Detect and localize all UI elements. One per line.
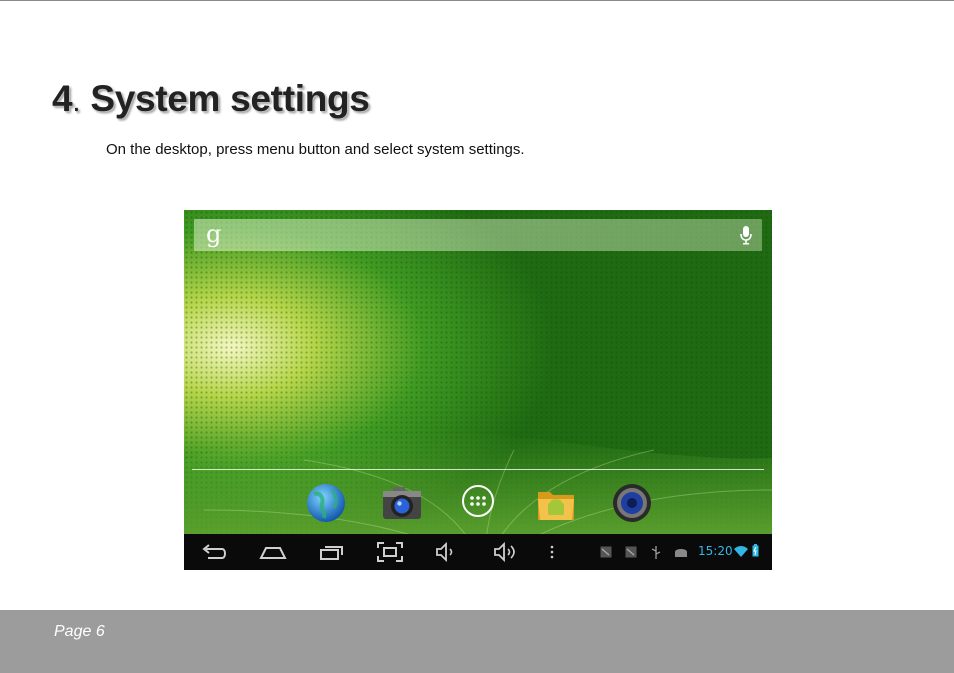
battery-icon bbox=[752, 544, 759, 557]
file-manager-icon[interactable] bbox=[534, 482, 578, 524]
volume-down-icon[interactable] bbox=[434, 541, 458, 563]
intro-text: On the desktop, press menu button and se… bbox=[106, 141, 525, 158]
mic-icon[interactable] bbox=[739, 225, 753, 245]
notification-icon bbox=[600, 546, 612, 558]
navigation-bar: 15:20 bbox=[184, 534, 772, 570]
wifi-icon bbox=[734, 546, 748, 557]
menu-icon[interactable] bbox=[548, 541, 556, 563]
top-rule bbox=[0, 0, 954, 1]
android-icon bbox=[675, 549, 687, 557]
screenshot-icon[interactable] bbox=[376, 541, 404, 563]
dock-divider bbox=[192, 469, 764, 470]
heading-number: 4 bbox=[52, 78, 73, 119]
section-heading: 4. System settings bbox=[52, 78, 370, 120]
back-icon[interactable] bbox=[200, 541, 228, 563]
home-icon[interactable] bbox=[258, 541, 288, 563]
speaker-icon[interactable] bbox=[610, 482, 654, 524]
globe-icon[interactable] bbox=[304, 482, 348, 524]
page-number: Page 6 bbox=[54, 623, 105, 640]
google-logo: g bbox=[206, 220, 222, 248]
volume-up-icon[interactable] bbox=[492, 541, 520, 563]
google-search-bar[interactable]: g bbox=[194, 219, 762, 251]
heading-title: System settings bbox=[90, 78, 370, 119]
notification-icon bbox=[625, 546, 637, 558]
status-clock: 15:20 bbox=[698, 544, 733, 558]
app-drawer-icon[interactable] bbox=[456, 482, 500, 524]
tablet-screenshot: g 15:20 bbox=[184, 210, 772, 570]
heading-dot: . bbox=[72, 85, 81, 118]
recent-apps-icon[interactable] bbox=[318, 541, 346, 563]
usb-icon bbox=[651, 546, 661, 559]
page-footer: Page 6 bbox=[0, 610, 954, 673]
camera-icon[interactable] bbox=[380, 482, 424, 524]
